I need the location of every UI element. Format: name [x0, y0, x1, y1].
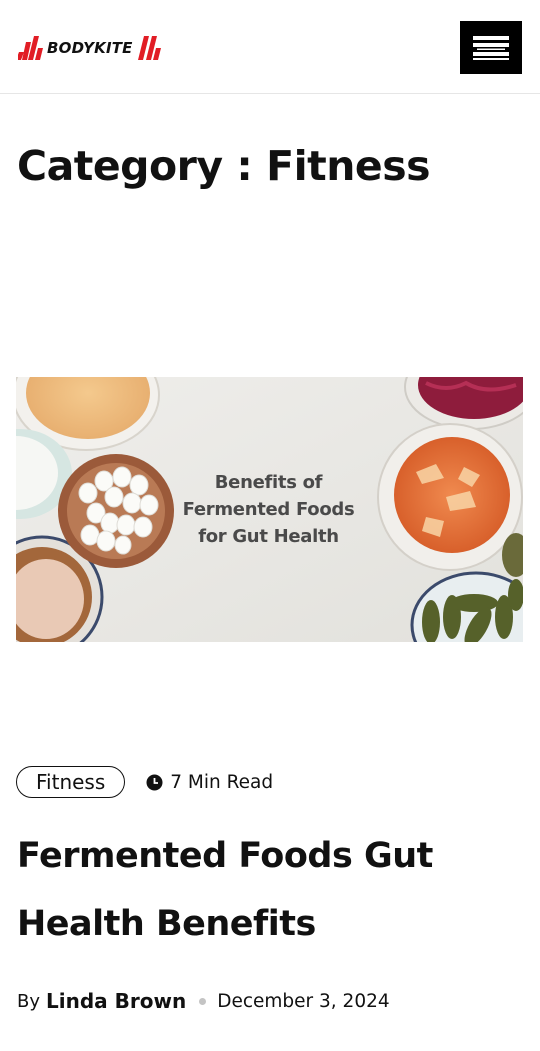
post-byline: By Linda Brown December 3, 2024: [17, 986, 390, 1016]
menu-button[interactable]: [460, 21, 522, 74]
read-time: 7 Min Read: [146, 772, 273, 793]
separator-dot: [199, 997, 207, 1005]
page-title: Category : Fitness: [17, 142, 431, 190]
by-label: By: [17, 990, 41, 1012]
post-meta: Fitness 7 Min Read: [16, 765, 273, 799]
post-date: December 3, 2024: [217, 990, 390, 1012]
site-header: BODYKITE: [0, 0, 540, 94]
post-featured-image[interactable]: Benefits of Fermented Foods for Gut Heal…: [16, 377, 523, 642]
hamburger-icon: [473, 35, 509, 60]
post-title-link[interactable]: Fermented Foods Gut Health Benefits: [17, 836, 433, 944]
post-title: Fermented Foods Gut Health Benefits: [17, 822, 517, 958]
clock-icon: [146, 774, 163, 790]
logo-right-mark-icon: [137, 36, 161, 60]
category-tag[interactable]: Fitness: [16, 766, 126, 798]
fermented-foods-photo: [16, 377, 523, 642]
site-logo[interactable]: BODYKITE: [18, 34, 162, 62]
author-link[interactable]: Linda Brown: [46, 989, 186, 1013]
logo-left-mark-icon: [18, 36, 43, 60]
read-time-label: 7 Min Read: [170, 771, 274, 793]
logo-text: BODYKITE: [47, 39, 133, 57]
